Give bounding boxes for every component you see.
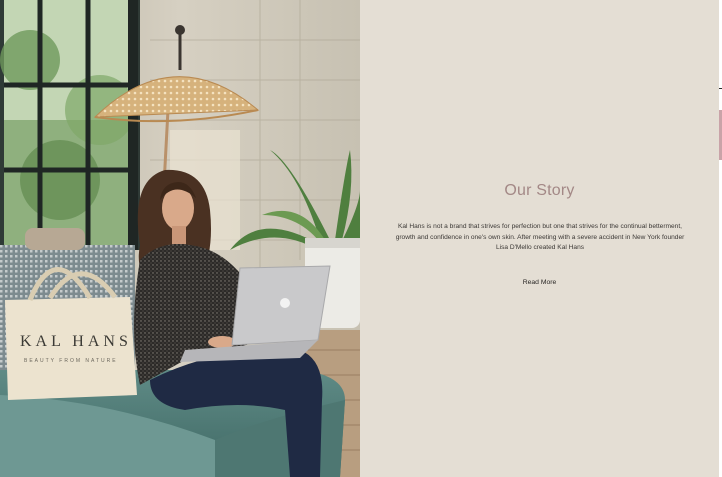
story-content-panel: Our Story Kal Hans is not a brand that s… <box>360 0 719 477</box>
founder-photo: KAL HANS BEAUTY FROM NATURE <box>0 0 360 477</box>
story-description: Kal Hans is not a brand that strives for… <box>395 223 685 251</box>
section-title: Our Story <box>504 182 575 199</box>
our-story-section: KAL HANS BEAUTY FROM NATURE Our Story Ka… <box>0 0 722 477</box>
bag-tagline-text: BEAUTY FROM NATURE <box>24 358 118 364</box>
read-more-link[interactable]: Read More <box>360 279 719 286</box>
bag-brand-text: KAL HANS <box>20 333 132 350</box>
